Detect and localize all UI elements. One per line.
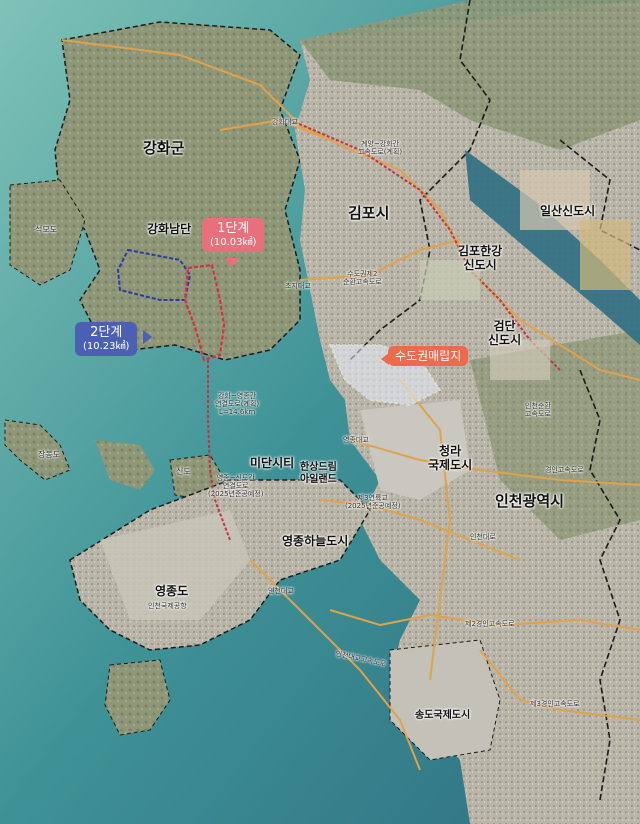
label-gyeongin2: 제2경인고속도로 <box>465 620 515 628</box>
label-incheon-airport: 인천국제공항 <box>148 602 187 610</box>
stage1-callout-tail <box>225 258 239 267</box>
label-incheon-daero: 인천대로 <box>470 533 496 541</box>
label-yeongjong-bridge: 영종대교 <box>343 436 369 444</box>
stage2-callout-tail <box>143 330 152 344</box>
label-gimpo-si: 김포시 <box>348 204 390 222</box>
label-gyeyang-expressway: 계양~강화간 고속도로(계획) <box>358 140 403 157</box>
metro-landfill-callout: 수도권매립지 <box>388 346 469 367</box>
label-yeongjong-do: 영종도 <box>155 584 189 598</box>
ganghwa-island <box>54 21 301 361</box>
stage1-area-text: (10.03㎢) <box>210 236 257 248</box>
label-incheon: 인천광역시 <box>495 492 565 510</box>
stage2-callout: 2단계 (10.23㎢) <box>75 322 138 356</box>
label-seongmodo: 석모도 <box>35 225 58 234</box>
label-jangbongdo: 장봉도 <box>38 450 61 459</box>
stage2-area-text: (10.23㎢) <box>83 340 130 352</box>
label-songdo: 송도국제도시 <box>415 710 471 721</box>
label-gyeongin-exp: 경인고속도로 <box>545 466 584 474</box>
label-incheon-ring: 인천순환 고속도로 <box>525 402 551 419</box>
stage1-title: 1단계 <box>217 221 250 236</box>
label-sindo: 신도 <box>176 467 191 476</box>
label-ganghwa-namdan: 강화남단 <box>147 222 192 236</box>
label-cheongna: 청라 국제도시 <box>428 444 473 472</box>
label-ilsan: 일산신도시 <box>540 204 596 218</box>
label-yeongjong-sky: 영종하늘도시 <box>282 534 349 548</box>
label-ganghwa-bridge: 강화대교 <box>272 118 298 126</box>
label-gimpo-hangang: 김포한강 신도시 <box>458 244 503 272</box>
label-geomdan: 검단 신도시 <box>488 319 522 347</box>
label-choji-bridge: 초지대교 <box>285 282 311 290</box>
label-ganghwa-yeongjong: 강화~영종간 연결도로(계획) L=14.6km <box>215 392 260 417</box>
label-yeongjong-sindo: 영종~신도간 연결도로 (2025년준공예정) <box>208 474 264 499</box>
label-third-bridge: 제3연륙교 (2025년준공예정) <box>345 494 401 511</box>
metro-landfill-label: 수도권매립지 <box>395 349 462 363</box>
label-hansang: 한상드림 아일랜드 <box>300 462 337 485</box>
stage1-callout: 1단계 (10.03㎢) <box>202 218 265 252</box>
stage2-title: 2단계 <box>90 325 123 340</box>
map-canvas[interactable]: 강화군 강화남단 김포시 김포한강 신도시 검단 신도시 일산신도시 청라 국제… <box>0 0 640 824</box>
label-midan: 미단시티 <box>250 456 295 470</box>
metro-landfill-callout-tail <box>381 353 389 365</box>
label-ganghwa-gun: 강화군 <box>143 139 185 157</box>
label-incheon-bridge: 인천대교 <box>268 587 294 595</box>
label-sudo-ring: 수도권제2 순환고속도로 <box>343 270 382 287</box>
label-gyeongin3: 제3경인고속도로 <box>530 700 580 708</box>
